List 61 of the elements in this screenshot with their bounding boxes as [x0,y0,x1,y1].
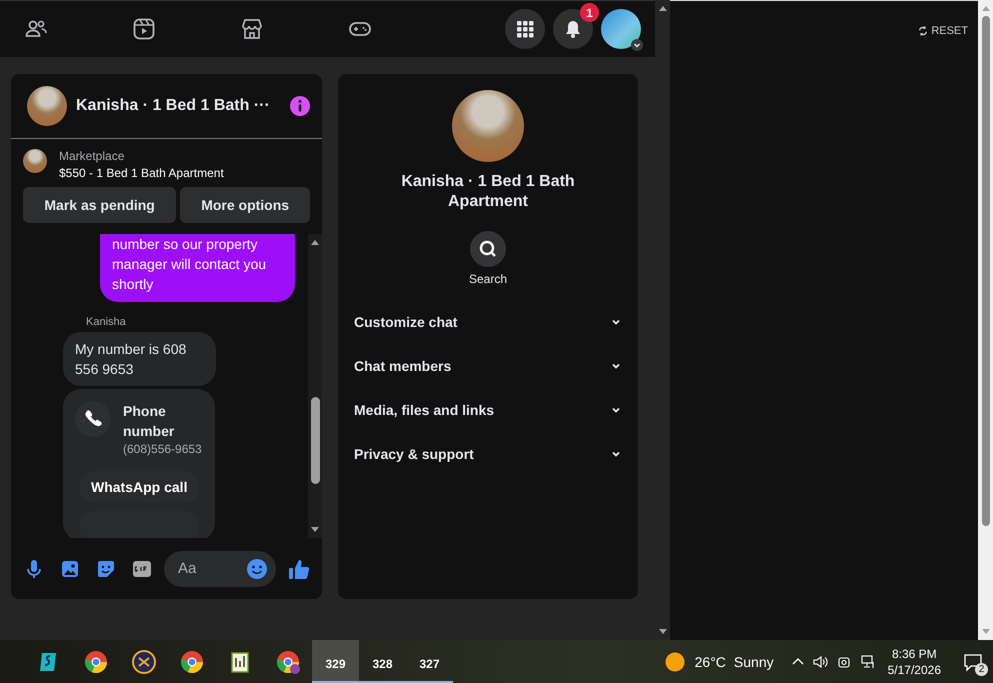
refresh-icon [918,26,928,36]
scroll-down-icon[interactable] [310,526,320,534]
incoming-message: My number is 608 556 9653 [63,332,216,386]
contact-card-title: Phone number [123,402,176,441]
circle-app-icon[interactable] [132,650,156,674]
phone-number: (608)556-9653 [123,441,203,457]
details-section[interactable]: Privacy & support [354,446,474,462]
taskbar-app[interactable]: 329 [312,640,359,683]
menu-grid-icon[interactable] [505,9,545,49]
listing-thumbnail [23,149,47,173]
image-icon[interactable] [60,558,80,578]
sticker-icon[interactable] [96,558,116,578]
weather-temperature[interactable]: 26°C [694,654,726,670]
scrollbar-thumb[interactable] [982,16,990,526]
microphone-icon[interactable] [24,558,44,578]
network-icon[interactable] [860,654,876,670]
listing-source: Marketplace [59,149,126,163]
listing-action-button[interactable]: Mark as pending [23,187,176,223]
chevron-down-icon[interactable] [631,39,643,51]
whatsapp-call-button[interactable]: WhatsApp call [79,471,200,503]
browser-app-icon[interactable] [180,650,204,674]
taskbar-app[interactable]: 327 [406,640,453,683]
info-icon[interactable] [290,96,310,116]
listing-action-button[interactable]: More options [180,187,310,223]
phone-icon [75,401,111,437]
scroll-up-icon[interactable] [310,238,320,246]
taskbar-app[interactable]: 328 [359,640,406,683]
gif-icon[interactable] [132,558,152,578]
notification-bell-icon[interactable] [553,9,593,49]
weather-condition[interactable]: Sunny [734,654,774,670]
search-label[interactable]: Search [468,272,508,286]
conversation-title: Kanisha · 1 Bed 1 Bath Apartment [400,172,576,212]
sun-icon [664,652,685,672]
scroll-up-icon[interactable] [658,4,668,12]
profile-avatar[interactable] [601,9,641,49]
browser-app-icon[interactable] [84,650,108,674]
speaker-icon[interactable] [812,654,828,670]
notification-count-badge: 1 [580,3,599,22]
message-input-field[interactable]: Aa [176,559,246,578]
listing-title[interactable]: $550 - 1 Bed 1 Bath Apartment [59,166,224,180]
outgoing-message: number so our property manager will contact you shortly [100,234,295,302]
video-icon[interactable] [132,17,156,41]
browser-app-icon[interactable] [276,650,300,674]
emoji-icon[interactable] [246,558,268,580]
clock-time[interactable]: 8:36 PM [892,646,937,662]
details-section[interactable]: Customize chat [354,314,458,330]
clock-date[interactable]: 5/17/2026 [888,662,941,678]
search-icon[interactable] [470,231,506,267]
scroll-down-icon[interactable] [658,628,668,636]
notification-count-badge: 2 [975,662,988,676]
details-section[interactable]: Media, files and links [354,402,494,418]
thumbs-up-icon[interactable] [288,558,310,580]
reset-button[interactable]: RESET [918,25,968,37]
chat-title[interactable]: Kanisha · 1 Bed 1 Bath ··· [76,97,281,115]
notification-center-icon[interactable] [963,652,983,672]
message-input-field[interactable]: Aa [164,550,276,586]
details-section[interactable]: Chat members [354,358,452,374]
store-icon[interactable] [240,17,264,41]
sender-name: Kanisha [86,316,126,328]
listing-photo [27,86,67,126]
scrollbar-thumb[interactable] [310,397,320,484]
